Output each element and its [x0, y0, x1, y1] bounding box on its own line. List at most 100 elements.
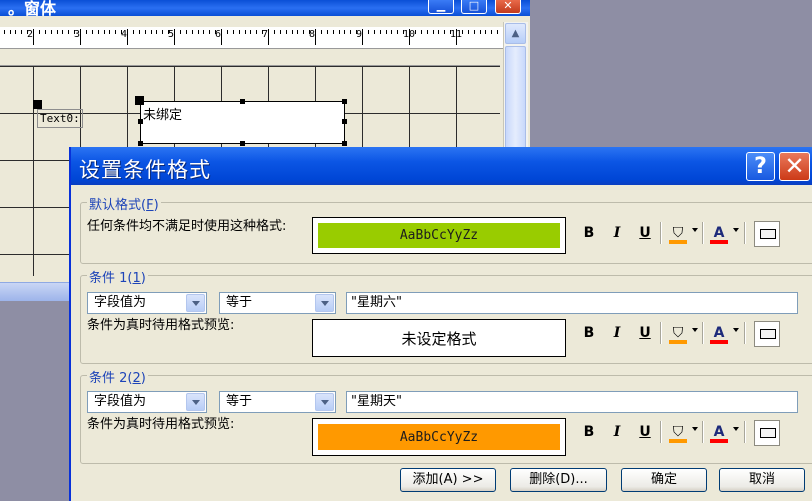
form-close-button[interactable]: ✕ [495, 0, 521, 14]
horizontal-ruler[interactable]: 2 3 4 5 6 7 8 9 10 11 [0, 27, 503, 49]
ok-button[interactable]: 确定 [621, 468, 707, 492]
italic-button[interactable]: I [606, 221, 628, 245]
italic-button[interactable]: I [606, 420, 628, 444]
font-color-icon: A [713, 325, 725, 341]
minimize-button[interactable]: ▁ [428, 0, 454, 14]
fill-color-dropdown-icon[interactable] [692, 427, 698, 431]
font-color-dropdown-icon[interactable] [733, 328, 739, 332]
bold-button[interactable]: B [578, 321, 600, 345]
condition-2-preview-label: 条件为真时待用格式预览: [87, 417, 235, 432]
font-color-dropdown-icon[interactable] [733, 427, 739, 431]
fill-color-dropdown-icon[interactable] [692, 328, 698, 332]
ruler-tick [115, 30, 116, 34]
resize-handle-icon[interactable] [342, 141, 347, 146]
resize-handle-icon[interactable] [138, 119, 143, 124]
condition-1-operator-combo[interactable]: 等于 [219, 292, 336, 314]
ruler-tick [15, 30, 16, 34]
text0-label-control[interactable]: Text0: [37, 109, 83, 128]
unbound-textbox-control[interactable]: 未绑定 [140, 101, 345, 144]
cancel-button[interactable]: 取消 [719, 468, 805, 492]
resize-handle-icon[interactable] [240, 141, 245, 146]
fill-color-button[interactable]: ⛉ [667, 321, 689, 345]
help-button[interactable]: ? [746, 152, 775, 181]
font-color-icon: A [713, 424, 725, 440]
ruler-tick [303, 30, 304, 34]
toolbar-separator [660, 222, 662, 244]
toolbar-separator [702, 421, 704, 443]
resize-handle-icon[interactable] [240, 99, 245, 104]
italic-button[interactable]: I [606, 321, 628, 345]
condition-1-value-input[interactable]: "星期六" [346, 292, 798, 314]
ruler-tick [233, 30, 234, 34]
chevron-down-icon[interactable] [315, 393, 334, 411]
close-icon: ✕ [503, 0, 513, 12]
condition-2-value-input[interactable]: "星期天" [346, 391, 798, 413]
condition-2-operator-combo[interactable]: 等于 [219, 391, 336, 413]
scroll-up-arrow-icon[interactable]: ▲ [505, 23, 526, 44]
font-color-button[interactable]: A [708, 221, 730, 245]
ruler-tick [468, 30, 469, 34]
condition-1-field-combo[interactable]: 字段值为 [87, 292, 207, 314]
ruler-tick [21, 30, 22, 34]
ruler-number: 11 [450, 29, 463, 40]
add-condition-button[interactable]: 添加(A) >> [400, 468, 496, 492]
ruler-tick [350, 30, 351, 34]
resize-handle-icon[interactable] [342, 99, 347, 104]
chevron-down-icon[interactable] [315, 294, 334, 312]
ruler-tick [380, 30, 381, 34]
ruler-tick [321, 30, 322, 34]
font-color-bar [710, 340, 728, 344]
fill-color-dropdown-icon[interactable] [692, 228, 698, 232]
ruler-tick [198, 30, 199, 34]
enable-toggle-button[interactable] [754, 420, 780, 446]
bold-button[interactable]: B [578, 420, 600, 444]
chevron-down-icon[interactable] [186, 294, 205, 312]
fill-color-button[interactable]: ⛉ [667, 420, 689, 444]
form-window-titlebar[interactable]: 。窗体 ▁ □ ✕ [0, 0, 530, 18]
ruler-tick [39, 30, 40, 34]
ruler-number: 5 [168, 29, 175, 40]
dialog-titlebar[interactable]: 设置条件格式 ? ✕ [71, 147, 812, 185]
underline-button[interactable]: U [634, 321, 656, 345]
move-handle-icon[interactable] [135, 96, 144, 105]
font-color-button[interactable]: A [708, 420, 730, 444]
resize-handle-icon[interactable] [138, 141, 143, 146]
paint-bucket-icon: ⛉ [672, 325, 684, 341]
textbox-icon [760, 428, 776, 438]
toolbar-separator [702, 222, 704, 244]
ruler-tick [415, 30, 416, 34]
font-color-dropdown-icon[interactable] [733, 228, 739, 232]
ruler-tick [297, 30, 298, 34]
condition-2-group: 条件 2(2) 字段值为 等于 "星期天" 条件为真时待用格式预览: AaBbC… [80, 367, 812, 464]
ruler-tick [186, 30, 187, 34]
maximize-button[interactable]: □ [461, 0, 487, 14]
move-handle-icon[interactable] [33, 100, 42, 109]
enable-toggle-button[interactable] [754, 221, 780, 247]
ruler-tick [462, 30, 463, 34]
ruler-tick [4, 30, 5, 34]
help-icon: ? [754, 154, 767, 179]
ruler-tick [339, 30, 340, 34]
fill-color-button[interactable]: ⛉ [667, 221, 689, 245]
ruler-tick [480, 30, 481, 34]
ruler-number: 2 [27, 29, 34, 40]
ruler-tick [286, 30, 287, 34]
underline-button[interactable]: U [634, 221, 656, 245]
textbox-icon [760, 229, 776, 239]
ruler-tick [104, 30, 105, 34]
condition-2-field-combo[interactable]: 字段值为 [87, 391, 207, 413]
ruler-tick [45, 30, 46, 34]
ruler-tick [68, 30, 69, 34]
chevron-down-icon[interactable] [186, 393, 205, 411]
bold-button[interactable]: B [578, 221, 600, 245]
enable-toggle-button[interactable] [754, 321, 780, 347]
ruler-tick [444, 30, 445, 34]
ruler-tick [162, 30, 163, 34]
minimize-icon: ▁ [436, 0, 446, 12]
delete-condition-button[interactable]: 删除(D)... [510, 468, 607, 492]
underline-button[interactable]: U [634, 420, 656, 444]
conditional-formatting-dialog: 设置条件格式 ? ✕ 默认格式(F) 任何条件均不满足时使用这种格式: AaBb… [69, 147, 812, 501]
font-color-button[interactable]: A [708, 321, 730, 345]
dialog-close-button[interactable]: ✕ [779, 152, 810, 181]
resize-handle-icon[interactable] [342, 119, 347, 124]
